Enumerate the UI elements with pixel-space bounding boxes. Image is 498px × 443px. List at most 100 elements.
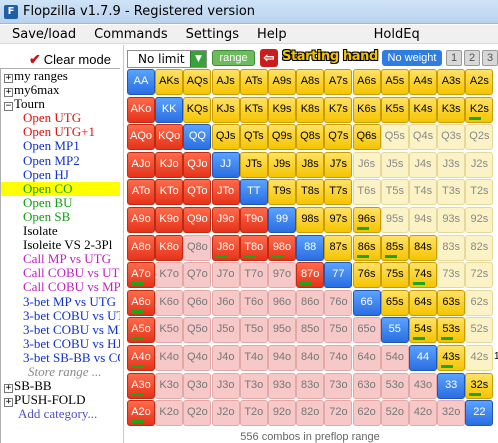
chevron-down-icon[interactable]: ▼ bbox=[190, 51, 206, 67]
hand-cell[interactable]: Q8s bbox=[296, 124, 325, 151]
hand-cell[interactable]: Q9s bbox=[268, 124, 296, 151]
hand-cell[interactable]: 75o bbox=[324, 317, 353, 344]
tree-item[interactable]: Store range ... bbox=[1, 365, 120, 379]
hand-cell[interactable]: 66 bbox=[352, 289, 381, 316]
hand-cell[interactable]: 87s bbox=[324, 234, 353, 261]
hand-cell[interactable]: 97o bbox=[268, 262, 296, 289]
tree-item[interactable]: Call MP vs UTG bbox=[1, 252, 120, 266]
hand-cell[interactable]: K3s bbox=[437, 96, 466, 123]
hand-cell[interactable]: J6o bbox=[211, 289, 240, 316]
hand-cell[interactable]: 96o bbox=[268, 289, 296, 316]
hand-cell[interactable]: 32o bbox=[437, 400, 466, 427]
hand-cell[interactable]: J8o bbox=[211, 234, 240, 261]
hand-cell[interactable]: J3o bbox=[211, 372, 240, 399]
collapse-icon[interactable]: − bbox=[4, 102, 13, 112]
hand-cell[interactable]: 94o bbox=[268, 345, 296, 371]
menu-help[interactable]: Help bbox=[248, 27, 296, 42]
hand-cell[interactable]: 84s bbox=[409, 234, 437, 261]
tree-item[interactable]: Open MP1 bbox=[1, 139, 120, 153]
hand-cell[interactable]: A8s bbox=[296, 69, 325, 95]
hand-cell[interactable]: J9o bbox=[211, 207, 240, 233]
tree-item[interactable]: + PUSH-FOLD bbox=[1, 393, 120, 408]
hand-cell[interactable]: T7s bbox=[324, 179, 353, 206]
hand-cell[interactable]: A3o bbox=[127, 372, 155, 399]
hand-cell[interactable]: K9o bbox=[155, 207, 184, 233]
hand-cell[interactable]: K6o bbox=[155, 289, 184, 316]
hand-cell[interactable]: Q5s bbox=[380, 124, 409, 151]
hand-cell[interactable]: 95s bbox=[380, 207, 409, 233]
hand-cell[interactable]: 86o bbox=[296, 289, 325, 316]
hand-cell[interactable]: 73s bbox=[437, 262, 466, 289]
hand-cell[interactable]: Q6o bbox=[183, 289, 212, 316]
hand-cell[interactable]: 83o bbox=[296, 372, 325, 399]
hand-cell[interactable]: 62o bbox=[352, 400, 381, 427]
hand-cell[interactable]: 82o bbox=[296, 400, 325, 427]
hand-cell[interactable]: A9s bbox=[268, 69, 296, 95]
hand-cell[interactable]: KQs bbox=[183, 96, 212, 123]
hand-cell[interactable]: K9s bbox=[268, 96, 296, 123]
hand-cell[interactable]: A6o bbox=[127, 289, 155, 316]
hand-cell[interactable]: 95o bbox=[268, 317, 296, 344]
hand-cell[interactable]: J8s bbox=[296, 151, 325, 178]
menu-holdeq[interactable]: HoldEq bbox=[365, 27, 429, 42]
hand-cell[interactable]: 52o bbox=[380, 400, 409, 427]
hand-cell[interactable]: QTo bbox=[183, 179, 212, 206]
hand-cell[interactable]: Q2s bbox=[465, 124, 494, 151]
hand-cell[interactable]: K4s bbox=[409, 96, 437, 123]
menu-commands[interactable]: Commands bbox=[85, 27, 177, 42]
range-button[interactable]: range bbox=[212, 50, 255, 66]
expand-icon[interactable]: + bbox=[4, 398, 13, 408]
tree-item[interactable]: Open UTG+1 bbox=[1, 125, 120, 139]
hand-cell[interactable]: J4s bbox=[409, 151, 437, 178]
expand-icon[interactable]: + bbox=[4, 88, 13, 98]
weight-2-button[interactable]: 2 bbox=[464, 50, 480, 66]
hand-cell[interactable]: T5s bbox=[380, 179, 409, 206]
hand-cell[interactable]: 42o bbox=[409, 400, 437, 427]
tree-item[interactable]: Open HJ bbox=[1, 168, 120, 182]
hand-cell[interactable]: 32s bbox=[465, 372, 494, 399]
hand-cell[interactable]: K4o bbox=[155, 345, 184, 371]
hand-cell[interactable]: 99 bbox=[268, 207, 296, 233]
hand-cell[interactable]: K2o bbox=[155, 400, 184, 427]
hand-cell[interactable]: T9s bbox=[268, 179, 296, 206]
hand-cell[interactable]: T3o bbox=[239, 372, 268, 399]
hand-cell[interactable]: JTs bbox=[239, 151, 268, 178]
hand-cell[interactable]: J6s bbox=[352, 151, 381, 178]
hand-cell[interactable]: AJs bbox=[211, 69, 240, 95]
hand-cell[interactable]: A5s bbox=[380, 69, 409, 95]
arrow-left-icon[interactable]: ⇦ bbox=[260, 49, 278, 67]
hand-cell[interactable]: JJ bbox=[211, 151, 240, 178]
hand-cell[interactable]: T9o bbox=[239, 207, 268, 233]
hand-cell[interactable]: T3s bbox=[437, 179, 466, 206]
hand-cell[interactable]: 53o bbox=[380, 372, 409, 399]
hand-cell[interactable]: Q4s bbox=[409, 124, 437, 151]
expand-icon[interactable]: + bbox=[4, 74, 13, 83]
menu-save-load[interactable]: Save/load bbox=[0, 27, 85, 42]
hand-cell[interactable]: AA bbox=[127, 69, 155, 95]
hand-cell[interactable]: A9o bbox=[127, 207, 155, 233]
hand-cell[interactable]: A2s bbox=[465, 69, 494, 95]
hand-cell[interactable]: J7s bbox=[324, 151, 353, 178]
hand-cell[interactable]: 93o bbox=[268, 372, 296, 399]
hand-cell[interactable]: Q9o bbox=[183, 207, 212, 233]
tree-item[interactable]: Isoleite VS 2-3Pl bbox=[1, 238, 120, 252]
hand-cell[interactable]: 54o bbox=[380, 345, 409, 371]
hand-cell[interactable]: KJs bbox=[211, 96, 240, 123]
hand-cell[interactable]: 86s bbox=[352, 234, 381, 261]
hand-cell[interactable]: QQ bbox=[183, 124, 212, 151]
hand-cell[interactable]: KTs bbox=[239, 96, 268, 123]
hand-cell[interactable]: 65s bbox=[380, 289, 409, 316]
hand-cell[interactable]: Q4o bbox=[183, 345, 212, 371]
hand-cell[interactable]: 42s bbox=[465, 345, 494, 371]
hand-cell[interactable]: T8s bbox=[296, 179, 325, 206]
hand-cell[interactable]: AQs bbox=[183, 69, 212, 95]
hand-cell[interactable]: K7s bbox=[324, 96, 353, 123]
hand-cell[interactable]: QJo bbox=[183, 151, 212, 178]
hand-cell[interactable]: K6s bbox=[352, 96, 381, 123]
hand-cell[interactable]: A4s bbox=[409, 69, 437, 95]
hand-cell[interactable]: T2o bbox=[239, 400, 268, 427]
hand-cell[interactable]: 44 bbox=[409, 345, 437, 371]
hand-cell[interactable]: T5o bbox=[239, 317, 268, 344]
hand-cell[interactable]: J3s bbox=[437, 151, 466, 178]
hand-cell[interactable]: JTo bbox=[211, 179, 240, 206]
